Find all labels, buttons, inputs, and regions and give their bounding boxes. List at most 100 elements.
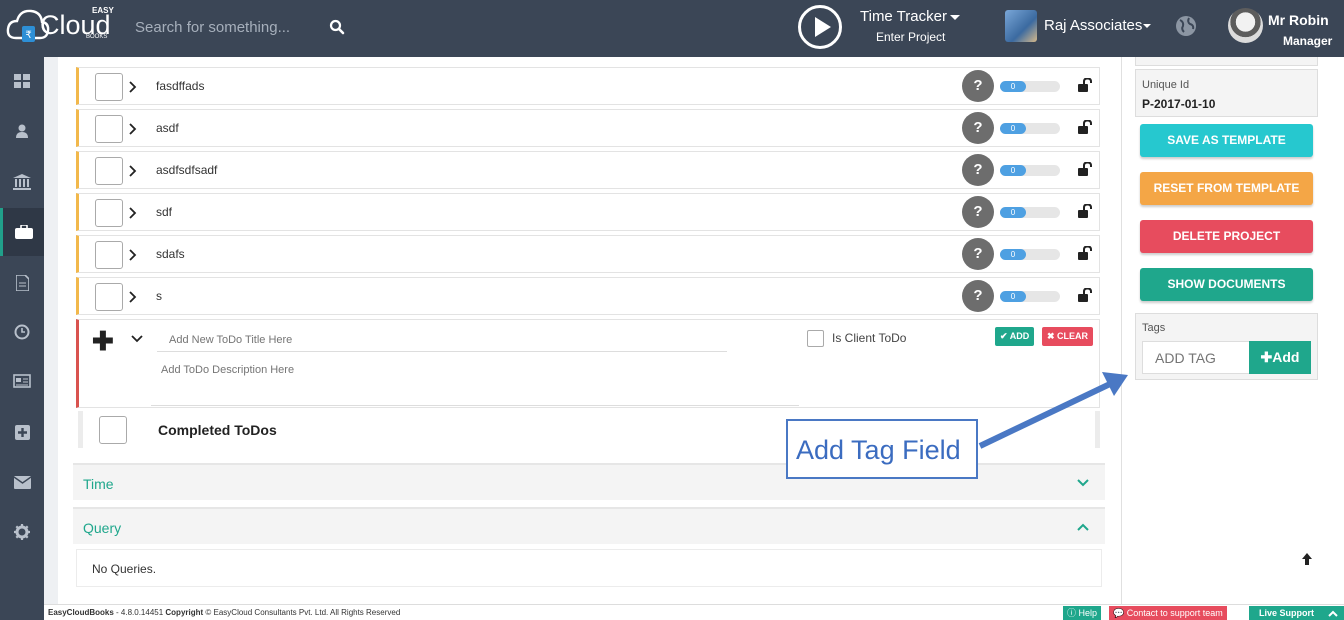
live-support-label: Live Support (1259, 608, 1315, 618)
todo-title[interactable]: fasdffads (156, 79, 204, 93)
add-tag-input[interactable] (1142, 341, 1250, 374)
completed-todos-checkbox[interactable] (99, 416, 127, 444)
help-button[interactable]: ? (962, 70, 994, 102)
caret-down-icon[interactable] (950, 15, 960, 20)
query-section-header[interactable]: Query (73, 507, 1105, 544)
app-logo[interactable]: ₹ EASY Cloud BOOKS (6, 4, 118, 50)
client-todo-checkbox[interactable] (807, 330, 824, 347)
add-tag-button[interactable]: ✚Add (1249, 341, 1311, 374)
sidebar-item-projects[interactable] (0, 208, 44, 256)
chevron-right-icon[interactable] (129, 123, 137, 135)
todo-checkbox[interactable] (95, 199, 123, 227)
todo-row[interactable]: sdafs ? 0 (76, 235, 1100, 273)
unlock-icon[interactable] (1078, 288, 1093, 302)
help-link[interactable]: ⓘ Help (1063, 606, 1102, 620)
help-button[interactable]: ? (962, 154, 994, 186)
progress-slider[interactable]: 0 (1000, 165, 1060, 176)
unlock-icon[interactable] (1078, 204, 1093, 218)
user-name[interactable]: Mr Robin (1268, 12, 1329, 28)
document-icon (15, 275, 29, 291)
globe-icon[interactable] (1175, 15, 1197, 37)
sidebar-item-dashboard[interactable] (0, 57, 44, 105)
sidebar-item-add[interactable] (0, 408, 44, 456)
help-button[interactable]: ? (962, 280, 994, 312)
time-tracker-subtitle: Enter Project (876, 30, 946, 44)
time-tracker-title[interactable]: Time Tracker (860, 8, 947, 25)
contact-support-link[interactable]: 💬 Contact to support team (1109, 606, 1227, 620)
sidebar-item-history[interactable] (0, 308, 44, 356)
add-todo-button[interactable]: ✔ ADD (995, 327, 1035, 346)
chevron-right-icon[interactable] (129, 249, 137, 261)
sidebar-item-documents[interactable] (0, 259, 44, 307)
unique-id-label: Unique Id (1142, 79, 1190, 91)
chevron-right-icon[interactable] (129, 165, 137, 177)
sidebar-item-reports[interactable] (0, 357, 44, 405)
todo-checkbox[interactable] (95, 283, 123, 311)
progress-slider[interactable]: 0 (1000, 207, 1060, 218)
user-avatar[interactable] (1228, 8, 1263, 43)
reset-from-template-button[interactable]: RESET FROM TEMPLATE (1140, 172, 1313, 205)
show-documents-button[interactable]: SHOW DOCUMENTS (1140, 268, 1313, 301)
todo-checkbox[interactable] (95, 241, 123, 269)
chevron-up-icon (1328, 610, 1338, 617)
footer: EasyCloudBooks - 4.8.0.14451 Copyright ©… (44, 604, 1344, 620)
progress-value: 0 (1000, 207, 1026, 218)
sidebar-item-users[interactable] (0, 107, 44, 155)
progress-slider[interactable]: 0 (1000, 123, 1060, 134)
todo-checkbox[interactable] (95, 73, 123, 101)
delete-project-button[interactable]: DELETE PROJECT (1140, 220, 1313, 253)
progress-slider[interactable]: 0 (1000, 291, 1060, 302)
panel-top-box (1135, 57, 1318, 66)
chevron-down-icon[interactable] (131, 335, 143, 343)
todo-title[interactable]: sdf (156, 205, 172, 219)
company-avatar[interactable] (1005, 10, 1037, 42)
company-name[interactable]: Raj Associates (1044, 17, 1142, 34)
client-todo-label: Is Client ToDo (832, 331, 907, 345)
play-icon (815, 17, 831, 37)
unlock-icon[interactable] (1078, 162, 1093, 176)
chevron-down-icon[interactable] (1077, 479, 1089, 487)
todo-description-input[interactable] (151, 358, 799, 406)
help-button[interactable]: ? (962, 196, 994, 228)
chevron-right-icon[interactable] (129, 81, 137, 93)
progress-value: 0 (1000, 249, 1026, 260)
unlock-icon[interactable] (1078, 78, 1093, 92)
todo-title[interactable]: s (156, 289, 162, 303)
clear-todo-button[interactable]: ✖ CLEAR (1042, 327, 1094, 346)
progress-slider[interactable]: 0 (1000, 81, 1060, 92)
todo-row[interactable]: fasdffads ? 0 (76, 67, 1100, 105)
caret-down-icon[interactable] (1143, 24, 1151, 28)
search-input[interactable]: Search for something... (135, 19, 290, 36)
todo-title[interactable]: asdfsdfsadf (156, 163, 217, 177)
todo-row[interactable]: asdf ? 0 (76, 109, 1100, 147)
todo-title[interactable]: asdf (156, 121, 179, 135)
unique-id-value: P-2017-01-10 (1142, 97, 1216, 111)
todo-title-input[interactable] (157, 328, 727, 352)
chevron-right-icon[interactable] (129, 291, 137, 303)
chevron-up-icon[interactable] (1077, 523, 1089, 531)
clock-icon (14, 324, 30, 340)
help-button[interactable]: ? (962, 238, 994, 270)
todo-checkbox[interactable] (95, 157, 123, 185)
sidebar-item-bank[interactable] (0, 158, 44, 206)
todo-row[interactable]: sdf ? 0 (76, 193, 1100, 231)
plus-icon[interactable]: ✚ (92, 328, 114, 354)
arrow-up-icon[interactable] (1301, 552, 1313, 566)
todo-title[interactable]: sdafs (156, 247, 185, 261)
search-icon[interactable] (329, 19, 345, 35)
help-button[interactable]: ? (962, 112, 994, 144)
save-as-template-button[interactable]: SAVE AS TEMPLATE (1140, 124, 1313, 157)
sidebar-item-messages[interactable] (0, 458, 44, 506)
footer-app-name: EasyCloudBooks (48, 608, 114, 617)
time-tracker-play-button[interactable] (798, 5, 842, 49)
progress-slider[interactable]: 0 (1000, 249, 1060, 260)
progress-value: 0 (1000, 81, 1026, 92)
chevron-right-icon[interactable] (129, 207, 137, 219)
unlock-icon[interactable] (1078, 120, 1093, 134)
todo-checkbox[interactable] (95, 115, 123, 143)
todo-row[interactable]: asdfsdfsadf ? 0 (76, 151, 1100, 189)
todo-row[interactable]: s ? 0 (76, 277, 1100, 315)
unlock-icon[interactable] (1078, 246, 1093, 260)
live-support-button[interactable]: Live Support (1249, 606, 1344, 620)
sidebar-item-settings[interactable] (0, 508, 44, 556)
